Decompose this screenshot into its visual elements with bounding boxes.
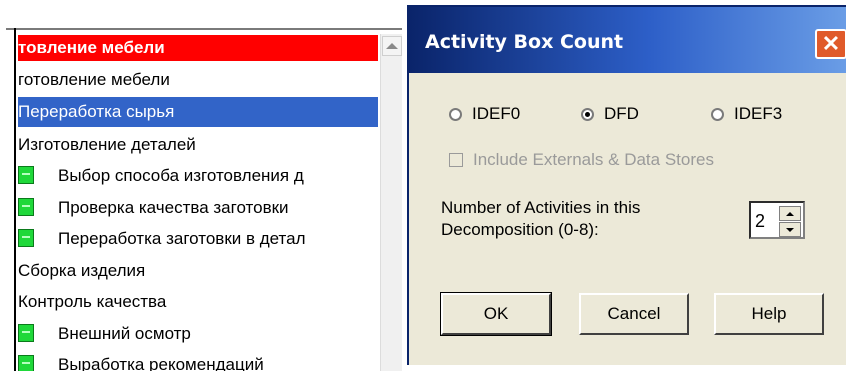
radio-label: DFD xyxy=(604,104,639,123)
tree-item-selected[interactable]: Переработка сырья xyxy=(18,96,378,127)
radio-button-selected-icon[interactable] xyxy=(581,107,594,121)
spin-up-button[interactable] xyxy=(779,206,801,221)
radio-idef0[interactable]: IDEF0 xyxy=(449,104,520,124)
ok-button[interactable]: OK xyxy=(440,292,552,336)
vertical-scrollbar[interactable] xyxy=(380,34,402,371)
tree-item[interactable]: Проверка качества заготовки xyxy=(18,192,378,224)
help-button[interactable]: Help xyxy=(714,293,824,335)
activities-count-label: Number of Activities in this Decompositi… xyxy=(441,198,641,239)
spinner-value[interactable]: 2 xyxy=(755,211,765,232)
tree-item[interactable]: Внешний осмотр xyxy=(18,318,378,350)
scroll-up-button[interactable] xyxy=(382,36,402,56)
spin-down-button[interactable] xyxy=(779,222,801,237)
dialog-titlebar[interactable]: Activity Box Count ✕ xyxy=(409,7,846,73)
chevron-up-icon xyxy=(386,43,398,49)
panel-left-border xyxy=(14,28,16,371)
activity-icon xyxy=(18,166,34,184)
process-tree-panel: товление мебели готовление мебели Перера… xyxy=(6,28,402,371)
activity-icon xyxy=(18,355,34,371)
activity-icon xyxy=(18,229,34,247)
close-button[interactable]: ✕ xyxy=(815,29,846,59)
tree-item-label: Переработка заготовки в детал xyxy=(58,229,306,248)
radio-label: IDEF0 xyxy=(472,104,521,123)
tree-item-label: Выработка рекомендаций xyxy=(58,355,264,371)
tree-item[interactable]: Выработка рекомендаций xyxy=(18,349,378,371)
arrow-up-icon xyxy=(786,211,794,216)
method-radio-group: IDEF0 DFD IDEF3 xyxy=(449,104,829,134)
tree-item-quality[interactable]: Контроль качества xyxy=(18,286,378,318)
process-tree-list: товление мебели готовление мебели Перера… xyxy=(18,35,378,371)
tree-header[interactable]: товление мебели xyxy=(18,35,378,61)
arrow-down-icon xyxy=(786,227,794,232)
activities-count-spinner[interactable]: 2 xyxy=(749,201,805,239)
panel-top-border xyxy=(6,28,402,30)
radio-label: IDEF3 xyxy=(734,104,783,123)
tree-item-label: Выбор способа изготовления д xyxy=(58,166,304,185)
checkbox-icon[interactable] xyxy=(449,153,463,167)
tree-item[interactable]: Переработка заготовки в детал xyxy=(18,223,378,255)
tree-item-label: Проверка качества заготовки xyxy=(58,197,289,217)
tree-item-assembly[interactable]: Сборка изделия xyxy=(18,255,378,287)
radio-button-icon[interactable] xyxy=(449,107,462,121)
dialog-title: Activity Box Count xyxy=(425,31,624,53)
radio-button-icon[interactable] xyxy=(711,107,724,121)
tree-item[interactable]: Выбор способа изготовления д xyxy=(18,160,378,192)
tree-item-parts[interactable]: Изготовление деталей xyxy=(18,129,378,161)
tree-item-label: Внешний осмотр xyxy=(58,323,191,343)
activity-icon xyxy=(18,323,34,342)
cancel-button[interactable]: Cancel xyxy=(579,293,689,335)
activity-icon xyxy=(18,197,34,216)
radio-idef3[interactable]: IDEF3 xyxy=(711,104,782,124)
activity-box-count-dialog: Activity Box Count ✕ IDEF0 DFD IDEF3 Inc… xyxy=(407,5,846,365)
tree-item-root[interactable]: готовление мебели xyxy=(18,64,378,96)
include-externals-checkbox[interactable]: Include Externals & Data Stores xyxy=(449,150,714,170)
checkbox-label: Include Externals & Data Stores xyxy=(473,150,714,169)
radio-dfd[interactable]: DFD xyxy=(581,104,639,124)
close-icon: ✕ xyxy=(821,31,841,56)
